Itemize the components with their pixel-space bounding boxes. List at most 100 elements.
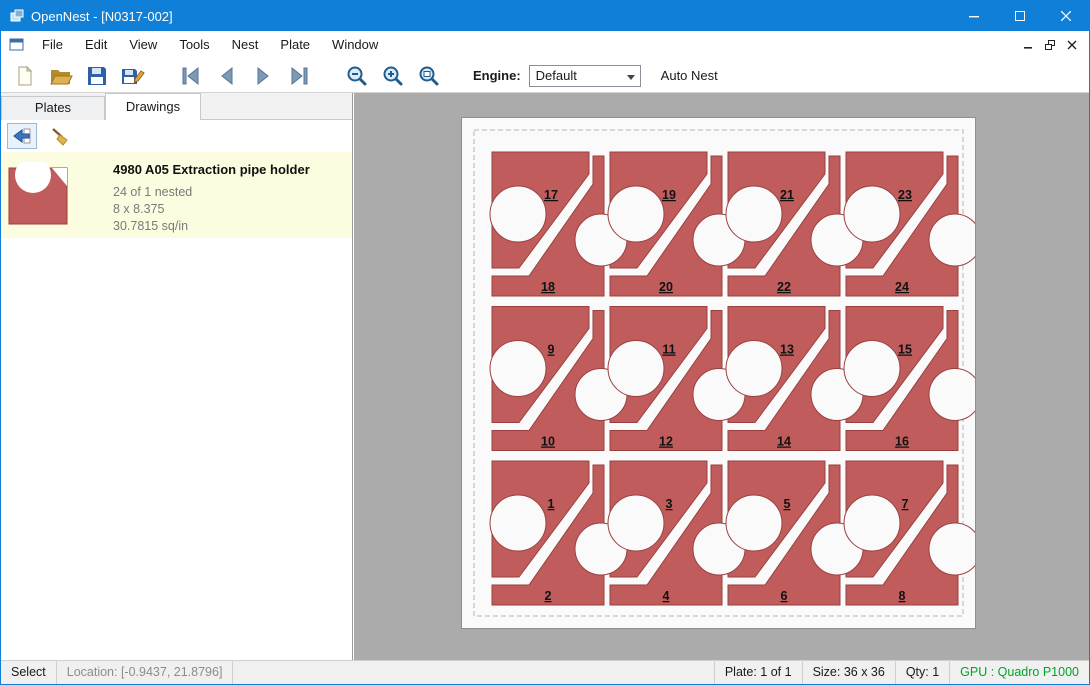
open-folder-icon (49, 65, 73, 87)
part-number: 23 (898, 188, 912, 202)
engine-value: Default (530, 68, 577, 83)
new-file-icon (14, 65, 36, 87)
part-cutout (844, 495, 900, 551)
status-spacer (232, 661, 713, 684)
part-cutout (726, 495, 782, 551)
broom-icon (50, 126, 70, 146)
part-cutout (726, 341, 782, 397)
menu-item-view[interactable]: View (118, 31, 168, 59)
nest-svg: 171819202122232491011121314151612345678 (462, 118, 975, 628)
part-cutout (929, 523, 975, 575)
maximize-icon[interactable] (997, 1, 1043, 31)
zoom-in-button[interactable] (375, 61, 411, 91)
part-number: 15 (898, 343, 912, 357)
menu-item-tools[interactable]: Tools (168, 31, 220, 59)
part-number: 21 (780, 188, 794, 202)
zoom-fit-button[interactable] (411, 61, 447, 91)
save-button[interactable] (79, 61, 115, 91)
part-number: 20 (659, 280, 673, 294)
body-area: Plates Drawings 4980 A05 Extraction pipe… (1, 93, 1089, 660)
mdi-restore-icon[interactable] (1039, 34, 1061, 56)
part-number: 8 (899, 589, 906, 603)
status-size: Size: 36 x 36 (802, 661, 895, 684)
part-number: 13 (780, 343, 794, 357)
document-icon (9, 37, 25, 53)
engine-dropdown[interactable]: Default (529, 65, 641, 87)
part-cutout (929, 214, 975, 266)
save-edit-button[interactable] (115, 61, 151, 91)
next-plate-button[interactable] (245, 61, 281, 91)
window-title: OpenNest - [N0317-002] (31, 9, 173, 24)
part-number: 10 (541, 435, 555, 449)
close-icon[interactable] (1043, 1, 1089, 31)
tab-drawings[interactable]: Drawings (105, 93, 201, 120)
first-icon (180, 66, 202, 86)
mdi-minimize-icon[interactable] (1017, 34, 1039, 56)
new-file-button[interactable] (7, 61, 43, 91)
toolbar: Engine: Default Auto Nest (1, 59, 1089, 93)
clear-drawings-button[interactable] (45, 123, 75, 149)
part-number: 16 (895, 435, 909, 449)
minimize-icon[interactable] (951, 1, 997, 31)
part-cutout (490, 186, 546, 242)
status-mode: Select (1, 661, 56, 684)
menu-item-plate[interactable]: Plate (269, 31, 321, 59)
part-cutout (844, 341, 900, 397)
part-number: 9 (548, 343, 555, 357)
status-location: Location: [-0.9437, 21.8796] (56, 661, 233, 684)
import-drawing-button[interactable] (7, 123, 37, 149)
drawing-nested-count: 24 of 1 nested (113, 184, 310, 201)
part-number: 3 (666, 497, 673, 511)
menu-item-edit[interactable]: Edit (74, 31, 118, 59)
part-number: 11 (662, 343, 675, 357)
part-number: 6 (781, 589, 788, 603)
part-number: 19 (662, 188, 676, 202)
open-button[interactable] (43, 61, 79, 91)
zoom-fit-icon (418, 65, 440, 87)
zoom-in-icon (382, 65, 404, 87)
part-number: 12 (659, 435, 673, 449)
drawing-list-item[interactable]: 4980 A05 Extraction pipe holder 24 of 1 … (1, 152, 352, 238)
drawing-item-text: 4980 A05 Extraction pipe holder 24 of 1 … (79, 152, 310, 238)
sidebar-toolbar (1, 120, 352, 152)
part-cutout (608, 495, 664, 551)
menu-item-window[interactable]: Window (321, 31, 389, 59)
save-edit-icon (121, 65, 145, 87)
part-number: 4 (663, 589, 670, 603)
last-icon (288, 66, 310, 86)
menubar: FileEditViewToolsNestPlateWindow (1, 31, 1089, 59)
part-cutout (608, 186, 664, 242)
app-window: OpenNest - [N0317-002] FileEditViewTools… (0, 0, 1090, 685)
menu-item-nest[interactable]: Nest (221, 31, 270, 59)
drawing-dimensions: 8 x 8.375 (113, 201, 310, 218)
last-plate-button[interactable] (281, 61, 317, 91)
part-number: 22 (777, 280, 791, 294)
auto-nest-button[interactable]: Auto Nest (661, 68, 718, 83)
sidebar-tabs: Plates Drawings (1, 93, 352, 120)
app-icon (9, 8, 25, 24)
part-number: 17 (544, 188, 558, 202)
part-cutout (490, 495, 546, 551)
plate[interactable]: 171819202122232491011121314151612345678 (461, 117, 976, 629)
chevron-down-icon (627, 75, 635, 80)
mdi-close-icon[interactable] (1061, 34, 1083, 56)
mdi-window-controls (1017, 31, 1083, 59)
part-number: 18 (541, 280, 555, 294)
part-number: 24 (895, 280, 909, 294)
menu-item-file[interactable]: File (31, 31, 74, 59)
zoom-out-icon (346, 65, 368, 87)
drawing-title: 4980 A05 Extraction pipe holder (113, 162, 310, 177)
part-number: 1 (548, 497, 555, 511)
nest-canvas[interactable]: 171819202122232491011121314151612345678 (354, 93, 1089, 660)
status-plate: Plate: 1 of 1 (714, 661, 802, 684)
part-cutout (929, 369, 975, 421)
next-icon (252, 66, 274, 86)
tab-plates[interactable]: Plates (1, 96, 105, 120)
engine-label: Engine: (473, 68, 521, 83)
first-plate-button[interactable] (173, 61, 209, 91)
part-cutout (726, 186, 782, 242)
previous-plate-button[interactable] (209, 61, 245, 91)
zoom-out-button[interactable] (339, 61, 375, 91)
sidebar: Plates Drawings 4980 A05 Extraction pipe… (1, 93, 353, 660)
titlebar: OpenNest - [N0317-002] (1, 1, 1089, 31)
